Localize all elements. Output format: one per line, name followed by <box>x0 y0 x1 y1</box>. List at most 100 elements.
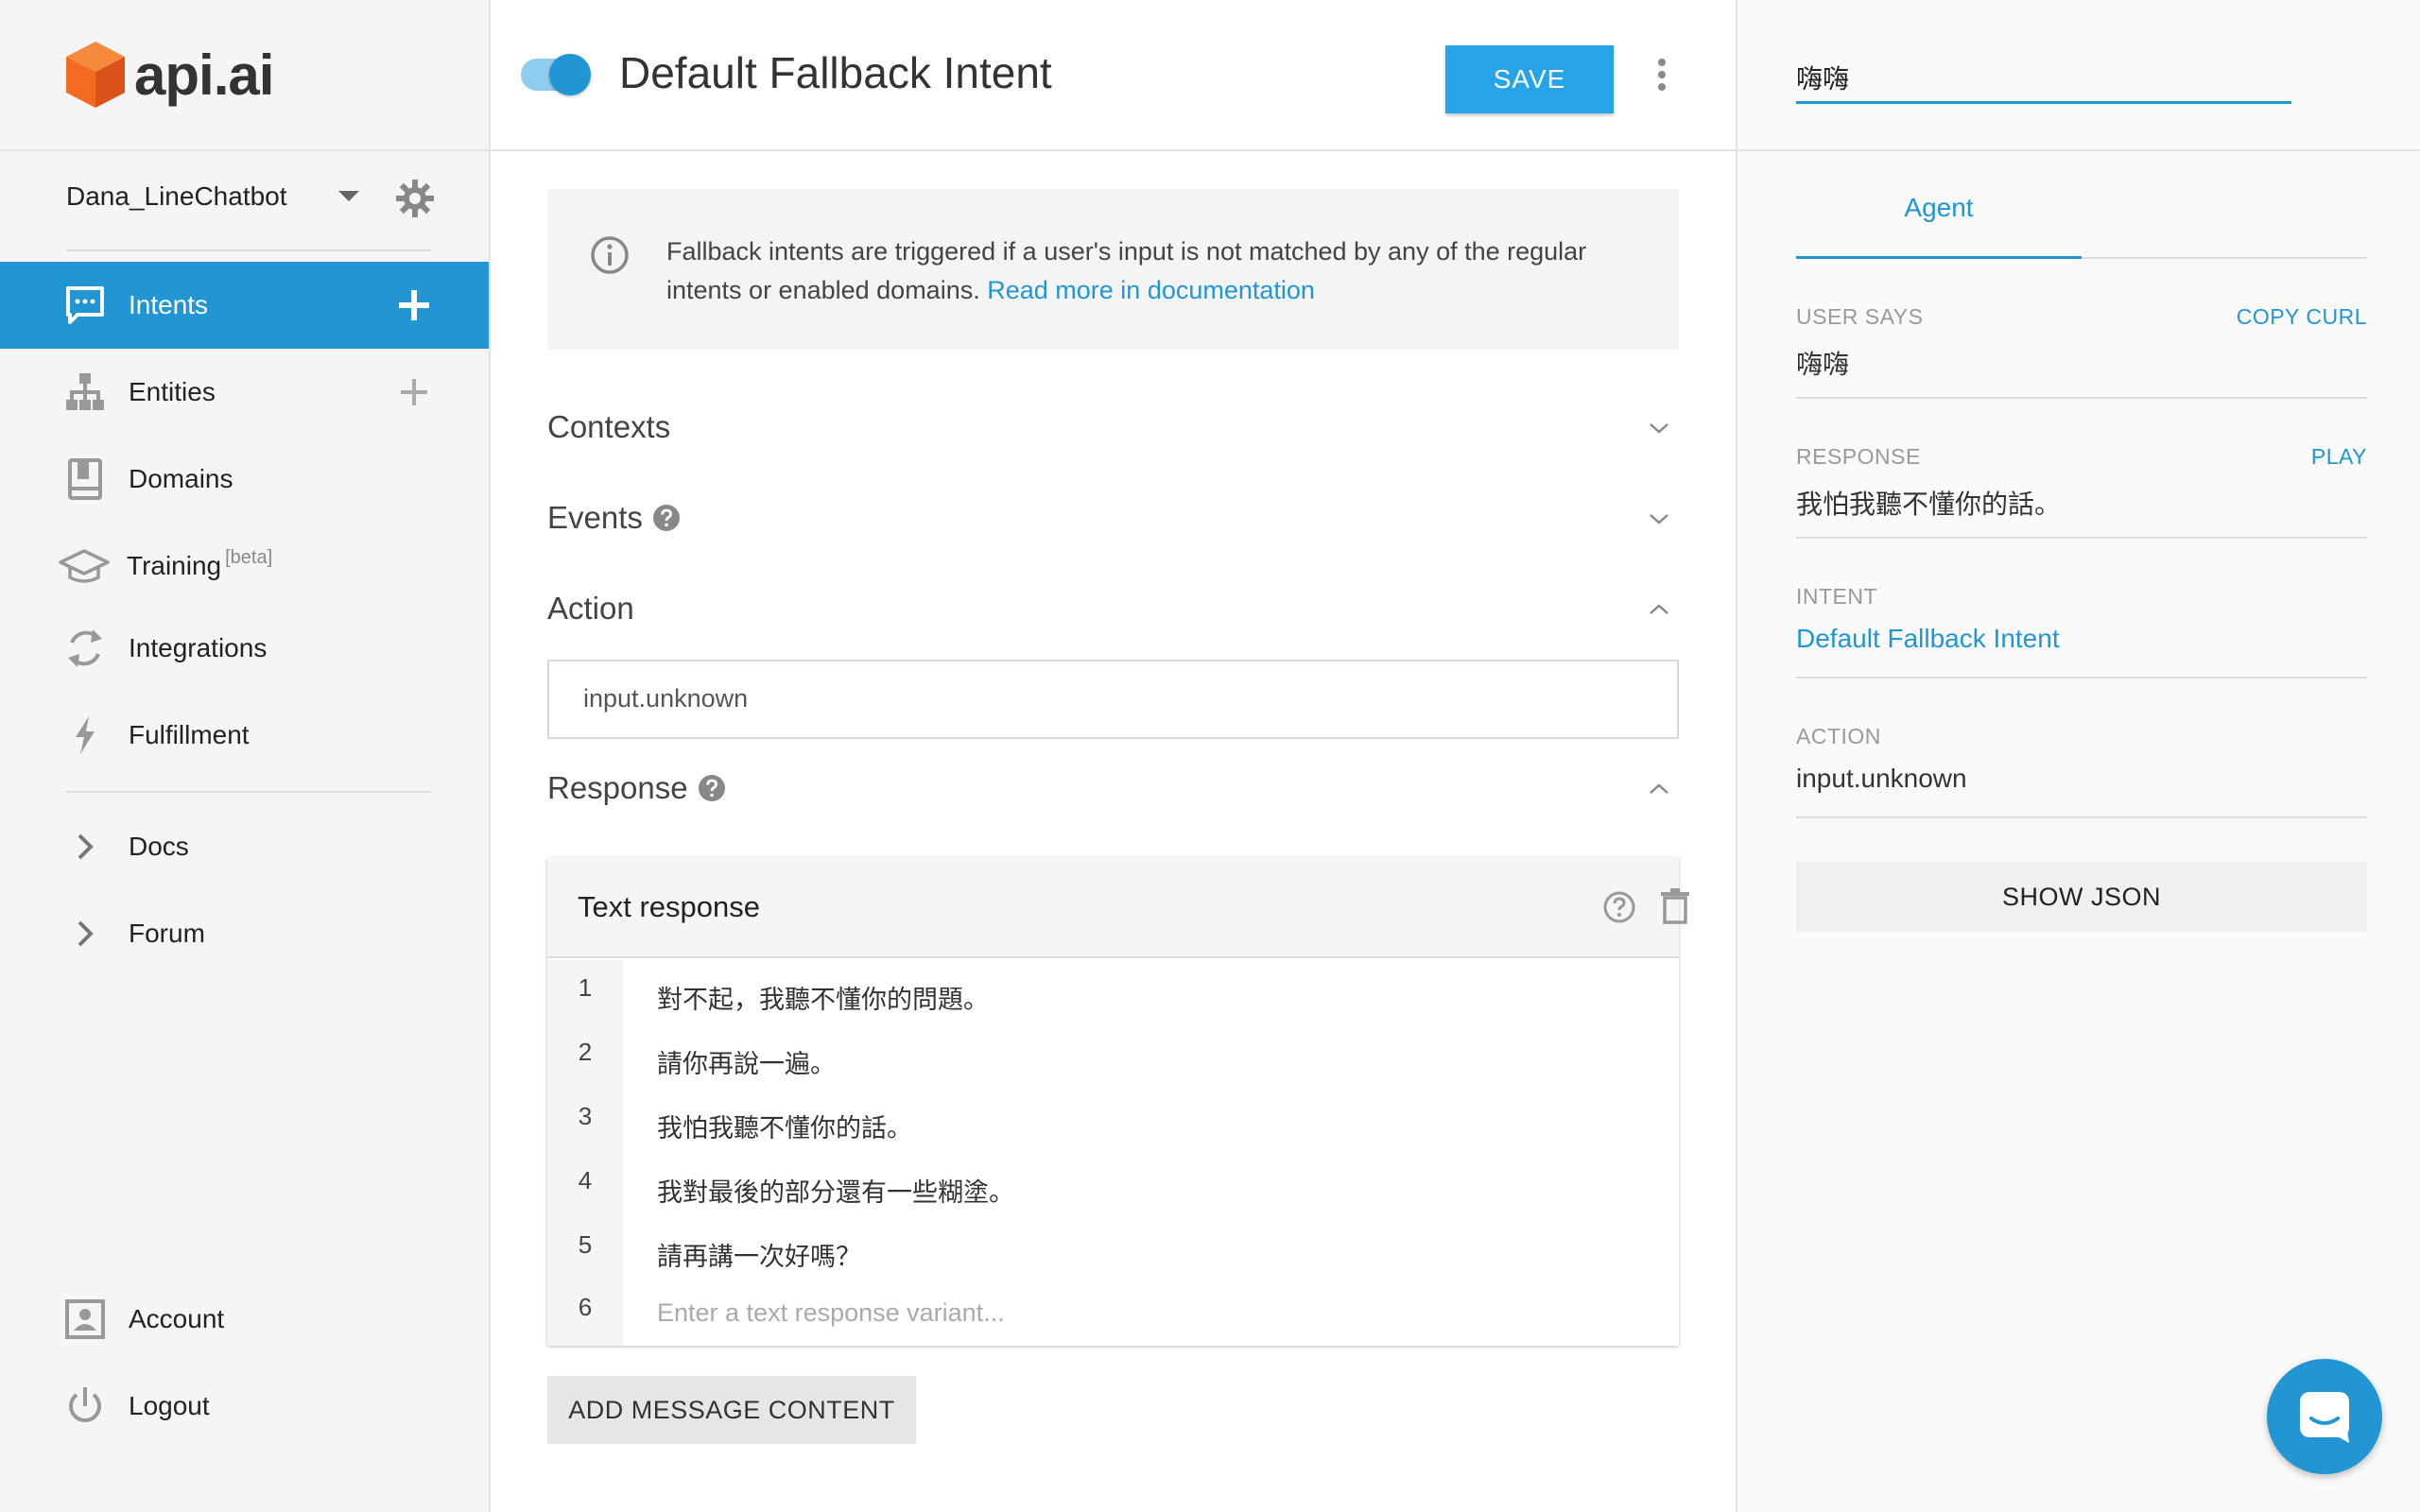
variant-text[interactable]: 我對最後的部分還有一些糊塗。 <box>657 1172 1014 1209</box>
sidebar: api.ai Dana_LineChatbot Intents Entities… <box>0 0 491 1512</box>
field-label: ACTION <box>1796 724 1881 748</box>
tab-agent[interactable]: Agent <box>1796 180 2082 259</box>
response-variant: 1 對不起，我聽不懂你的問題。 <box>547 960 1679 1024</box>
field-label: RESPONSE <box>1796 444 1921 469</box>
sidebar-item-integrations[interactable]: Integrations <box>0 605 489 692</box>
try-it-input[interactable] <box>1796 53 2291 104</box>
logo-text: api.ai <box>134 43 274 107</box>
agent-name: Dana_LineChatbot <box>66 181 287 211</box>
try-it-panel: Agent USER SAYS COPY CURL 嗨嗨 RESPONSE PL… <box>1736 0 2420 1512</box>
help-icon[interactable] <box>652 504 681 532</box>
sidebar-item-label: Intents <box>129 290 209 319</box>
tab-divider <box>2082 257 2367 259</box>
text-response-card: Text response 1 對不起，我聽不懂你的問題。 2 請你再說一遍。 <box>547 858 1689 1346</box>
intent-editor: Default Fallback Intent SAVE Fallback in… <box>491 0 1736 1512</box>
copy-curl-link[interactable]: COPY CURL <box>2237 304 2367 330</box>
variant-text[interactable]: 請再講一次好嗎？ <box>657 1236 861 1273</box>
sidebar-item-label: Forum <box>129 919 205 948</box>
sidebar-divider <box>66 249 431 251</box>
action-value: input.unknown <box>1796 764 1967 793</box>
add-entity-icon[interactable] <box>395 373 433 411</box>
response-value: 我怕我聽不懂你的話。 <box>1796 489 2062 520</box>
app-window: api.ai Dana_LineChatbot Intents Entities… <box>0 0 2420 1512</box>
sidebar-item-label: Training [beta] <box>127 547 273 580</box>
variant-number: 4 <box>578 1166 593 1194</box>
sidebar-divider <box>66 791 431 793</box>
logo-cube-icon <box>66 42 125 108</box>
account-icon <box>65 1299 105 1339</box>
chevron-right-icon <box>78 833 94 860</box>
response-variant: 2 請你再說一遍。 <box>547 1024 1679 1089</box>
chat-support-icon <box>2300 1392 2349 1443</box>
chevron-up-icon <box>1650 604 1668 614</box>
sidebar-item-docs[interactable]: Docs <box>0 803 489 890</box>
section-label: Events <box>547 500 643 535</box>
text-response-header: Text response <box>547 858 1689 958</box>
action-field: ACTION input.unknown <box>1796 724 2367 818</box>
sidebar-item-domains[interactable]: Domains <box>0 436 489 523</box>
chevron-up-icon <box>1650 783 1668 794</box>
intent-title: Default Fallback Intent <box>619 48 1052 97</box>
variant-number: 2 <box>578 1038 593 1066</box>
sidebar-item-label: Integrations <box>129 633 268 662</box>
try-it-header <box>1737 0 2420 151</box>
trash-icon[interactable] <box>1661 888 1689 924</box>
agent-selector[interactable]: Dana_LineChatbot <box>0 151 489 242</box>
gear-icon[interactable] <box>394 178 436 219</box>
chat-icon <box>66 286 104 324</box>
intent-enabled-toggle[interactable] <box>521 54 591 95</box>
show-json-button[interactable]: SHOW JSON <box>1796 862 2367 932</box>
sidebar-item-training[interactable]: Training [beta] <box>0 523 489 610</box>
documentation-link[interactable]: Read more in documentation <box>987 276 1315 304</box>
sidebar-item-entities[interactable]: Entities <box>0 349 489 436</box>
power-icon <box>69 1387 101 1422</box>
save-button[interactable]: SAVE <box>1445 45 1614 113</box>
intent-header: Default Fallback Intent SAVE <box>491 0 1736 151</box>
play-link[interactable]: PLAY <box>2311 444 2367 470</box>
variant-text[interactable]: 對不起，我聽不懂你的問題。 <box>657 979 989 1016</box>
sidebar-item-logout[interactable]: Logout <box>0 1363 489 1450</box>
section-response[interactable]: Response <box>547 760 1679 816</box>
graduation-cap-icon <box>59 549 110 583</box>
lightning-icon <box>76 716 95 754</box>
action-input[interactable]: input.unknown <box>547 660 1679 739</box>
add-intent-icon[interactable] <box>395 286 433 324</box>
chevron-right-icon <box>78 920 94 947</box>
caret-down-icon[interactable] <box>338 191 359 201</box>
fallback-info-box: Fallback intents are triggered if a user… <box>547 189 1679 350</box>
sidebar-item-forum[interactable]: Forum <box>0 890 489 977</box>
variant-number: 1 <box>578 973 593 1002</box>
variant-number: 5 <box>578 1230 593 1259</box>
section-label: Contexts <box>547 409 671 444</box>
help-icon[interactable] <box>698 774 726 802</box>
response-variant: 5 請再講一次好嗎？ <box>547 1217 1679 1281</box>
text-response-title: Text response <box>578 890 760 923</box>
user-says-field: USER SAYS COPY CURL 嗨嗨 <box>1796 304 2367 399</box>
response-variant: 4 我對最後的部分還有一些糊塗。 <box>547 1153 1679 1217</box>
logo[interactable]: api.ai <box>0 0 489 151</box>
help-outline-icon[interactable] <box>1602 890 1636 924</box>
refresh-icon <box>68 629 102 667</box>
variant-text[interactable]: 我怕我聽不懂你的話。 <box>657 1108 912 1144</box>
section-contexts[interactable]: Contexts <box>547 399 1679 455</box>
intent-field: INTENT Default Fallback Intent <box>1796 584 2367 679</box>
add-message-content-button[interactable]: ADD MESSAGE CONTENT <box>547 1376 916 1444</box>
info-text: Fallback intents are triggered if a user… <box>666 237 1587 304</box>
book-icon <box>68 458 102 500</box>
sidebar-item-intents[interactable]: Intents <box>0 262 489 349</box>
more-vert-icon[interactable] <box>1655 59 1668 96</box>
section-events[interactable]: Events <box>547 490 1679 546</box>
hierarchy-icon <box>66 373 104 410</box>
toggle-knob <box>549 54 591 95</box>
sidebar-item-account[interactable]: Account <box>0 1276 489 1363</box>
intent-link[interactable]: Default Fallback Intent <box>1796 624 2060 654</box>
variant-number: 6 <box>578 1293 593 1321</box>
response-variant: 3 我怕我聽不懂你的話。 <box>547 1089 1679 1153</box>
new-variant-input[interactable]: Enter a text response variant... <box>657 1298 1005 1328</box>
support-chat-button[interactable] <box>2267 1359 2382 1474</box>
variant-text[interactable]: 請你再說一遍。 <box>657 1043 836 1080</box>
sidebar-item-fulfillment[interactable]: Fulfillment <box>0 692 489 779</box>
section-action[interactable]: Action <box>547 580 1679 637</box>
variant-number: 3 <box>578 1102 593 1130</box>
beta-badge: [beta] <box>225 547 273 568</box>
